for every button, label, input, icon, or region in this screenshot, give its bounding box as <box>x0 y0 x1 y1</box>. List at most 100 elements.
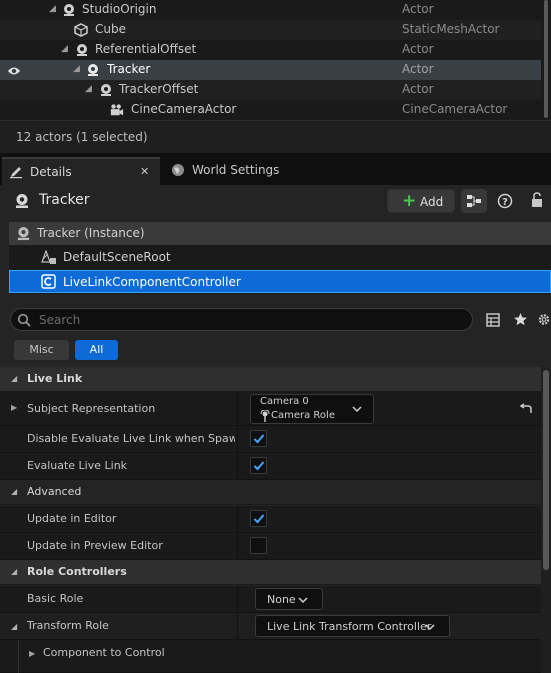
prop-label: Component to Control <box>43 646 165 659</box>
outliner-row-referentialoffset[interactable]: ◢ ReferentialOffset Actor <box>0 40 541 60</box>
outliner-row-trackeroffset[interactable]: ◢ TrackerOffset Actor <box>0 80 541 100</box>
filter-misc-button[interactable]: Misc <box>14 340 69 360</box>
dropdown-value: Live Link Transform Controller <box>267 620 432 633</box>
actor-title: Tracker <box>39 192 90 208</box>
tab-label: World Settings <box>192 163 280 177</box>
outliner-row-cube[interactable]: Cube StaticMeshActor <box>0 20 541 40</box>
prop-subject-representation: ▶ Subject Representation Camera 0 Camera… <box>0 392 541 426</box>
transform-role-dropdown[interactable]: Live Link Transform Controller <box>255 615 450 637</box>
tab-world-settings[interactable]: World Settings <box>166 157 296 185</box>
outliner-row-tracker[interactable]: ◢ Tracker Actor <box>0 60 541 80</box>
reset-to-default-icon[interactable] <box>519 403 533 415</box>
prop-transform-role: ◢ Transform Role Live Link Transform Con… <box>0 613 541 640</box>
component-name: DefaultSceneRoot <box>63 250 171 264</box>
actor-icon <box>88 64 98 76</box>
search-input[interactable] <box>39 311 459 329</box>
prop-disable-evaluate: Disable Evaluate Live Link when Spawna..… <box>0 426 541 453</box>
checkmark-icon <box>253 461 265 471</box>
chevron-down-icon <box>298 597 308 604</box>
chevron-down-icon <box>352 406 362 413</box>
actor-icon <box>77 44 87 56</box>
live-link-component-icon <box>41 274 56 289</box>
column-divider <box>237 392 238 426</box>
tab-details[interactable]: Details ✕ <box>2 157 160 185</box>
expand-arrow-icon[interactable]: ▶ <box>29 649 35 658</box>
collapse-arrow-icon[interactable]: ◢ <box>85 84 92 94</box>
component-name: Tracker (Instance) <box>37 226 145 240</box>
category-label: Live Link <box>27 372 83 385</box>
checkbox-disable-evaluate[interactable] <box>250 430 267 447</box>
component-row-livelinkcontroller[interactable]: LiveLinkComponentController <box>9 270 551 293</box>
component-name: LiveLinkComponentController <box>63 275 241 289</box>
column-divider <box>237 613 238 640</box>
property-matrix-icon[interactable] <box>486 313 500 327</box>
details-search-box[interactable] <box>10 308 473 331</box>
component-row-instance[interactable]: Tracker (Instance) <box>9 222 551 245</box>
prop-label: Evaluate Live Link <box>27 459 128 472</box>
checkbox-update-in-preview[interactable] <box>250 537 267 554</box>
collapse-arrow-icon[interactable]: ◢ <box>61 44 68 54</box>
collapse-arrow-icon[interactable]: ◢ <box>49 4 56 14</box>
outliner-name: TrackerOffset <box>119 82 199 96</box>
details-pencil-icon <box>10 167 22 179</box>
category-label: Role Controllers <box>27 565 127 578</box>
subject-dropdown[interactable]: Camera 0 Camera Role <box>250 394 374 424</box>
settings-gear-icon[interactable] <box>537 312 551 327</box>
details-scrollbar[interactable] <box>541 368 551 673</box>
chevron-down-icon <box>425 624 435 631</box>
favorite-star-icon[interactable] <box>513 312 528 327</box>
collapse-arrow-icon[interactable]: ◢ <box>73 64 80 74</box>
search-icon <box>17 313 31 327</box>
lock-icon[interactable] <box>530 192 544 208</box>
category-live-link[interactable]: ◢ Live Link <box>0 367 541 392</box>
collapse-arrow-icon: ◢ <box>11 487 18 496</box>
outliner-name: Cube <box>95 22 126 36</box>
add-component-button[interactable]: + Add <box>387 189 455 213</box>
component-row-defaultsceneroot[interactable]: DefaultSceneRoot <box>9 246 551 269</box>
prop-label: Transform Role <box>27 619 109 632</box>
blueprint-graph-icon <box>467 195 481 207</box>
outliner-name: Tracker <box>107 62 151 76</box>
actor-count: 12 actors (1 selected) <box>16 130 148 144</box>
blueprint-button[interactable] <box>461 189 487 213</box>
component-tree: Tracker (Instance) DefaultSceneRoot Live… <box>9 222 551 294</box>
checkbox-evaluate-live-link[interactable] <box>250 457 267 474</box>
subject-name: Camera 0 <box>260 396 309 407</box>
checkmark-icon <box>253 434 265 444</box>
checkmark-icon <box>253 514 265 524</box>
column-divider <box>237 586 238 613</box>
actor-icon <box>17 226 30 241</box>
prop-label: Disable Evaluate Live Link when Spawna..… <box>27 432 235 445</box>
outliner-type: Actor <box>402 42 434 56</box>
collapse-arrow-icon[interactable]: ◢ <box>11 622 17 631</box>
actor-icon <box>16 194 28 208</box>
prop-label: Subject Representation <box>27 402 156 415</box>
basic-role-dropdown[interactable]: None <box>255 588 323 610</box>
outliner-scrollbar[interactable] <box>541 0 551 120</box>
prop-update-in-editor: Update in Editor <box>0 506 541 533</box>
prop-basic-role: Basic Role None <box>0 586 541 613</box>
outliner-row-cinecameraactor[interactable]: CineCameraActor CineCameraActor <box>0 100 541 120</box>
category-role-controllers[interactable]: ◢ Role Controllers <box>0 560 541 585</box>
filter-all-button[interactable]: All <box>75 340 118 360</box>
scene-component-icon <box>41 250 56 264</box>
role-icon <box>260 410 270 422</box>
visibility-eye-icon[interactable] <box>7 64 21 78</box>
prop-label: Update in Editor <box>27 512 117 525</box>
checkbox-update-in-editor[interactable] <box>250 510 267 527</box>
outliner-row-studioorigin[interactable]: ◢ StudioOrigin Actor <box>0 0 541 20</box>
help-icon[interactable]: ? <box>497 193 513 209</box>
prop-label: Basic Role <box>27 592 84 605</box>
prop-component-to-control: ▶ Component to Control <box>0 640 541 673</box>
column-divider <box>237 533 238 560</box>
outliner-type: Actor <box>402 82 434 96</box>
subject-role: Camera Role <box>271 410 335 421</box>
close-tab-icon[interactable]: ✕ <box>140 165 149 178</box>
expand-arrow-icon[interactable]: ▶ <box>11 403 17 412</box>
category-advanced[interactable]: ◢ Advanced <box>0 480 541 505</box>
prop-label: Update in Preview Editor <box>27 539 163 552</box>
collapse-arrow-icon: ◢ <box>11 567 18 576</box>
outliner-type: CineCameraActor <box>402 102 508 116</box>
outliner-type: StaticMeshActor <box>402 22 500 36</box>
prop-update-in-preview-editor: Update in Preview Editor <box>0 533 541 560</box>
